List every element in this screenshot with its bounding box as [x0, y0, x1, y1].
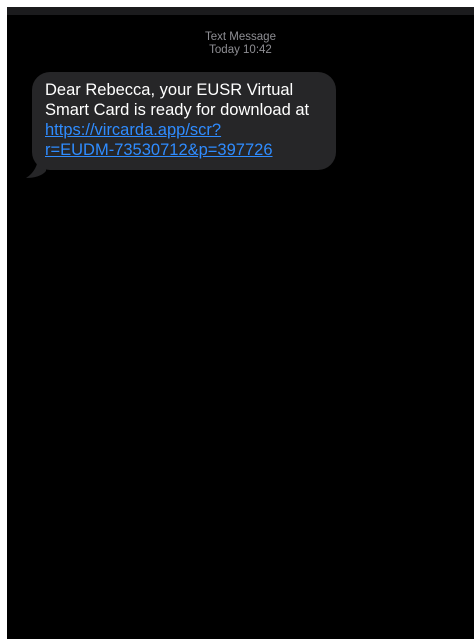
message-timestamp: Today 10:42	[209, 44, 272, 56]
message-bubble[interactable]: Dear Rebecca, your EUSR Virtual Smart Ca…	[32, 72, 336, 170]
message-link-line-2[interactable]: r=EUDM-73530712&p=397726	[45, 140, 323, 160]
message-link-line-1[interactable]: https://vircarda.app/scr?	[45, 120, 323, 140]
message-link[interactable]: https://vircarda.app/scr? r=EUDM-7353071…	[45, 120, 323, 160]
message-meta: Text Message Today 10:42	[7, 31, 474, 57]
messages-screen: Text Message Today 10:42 Dear Rebecca, y…	[7, 7, 474, 639]
top-bar	[7, 7, 474, 15]
message-type-label: Text Message	[205, 31, 276, 43]
message-text: Dear Rebecca, your EUSR Virtual Smart Ca…	[45, 81, 310, 119]
